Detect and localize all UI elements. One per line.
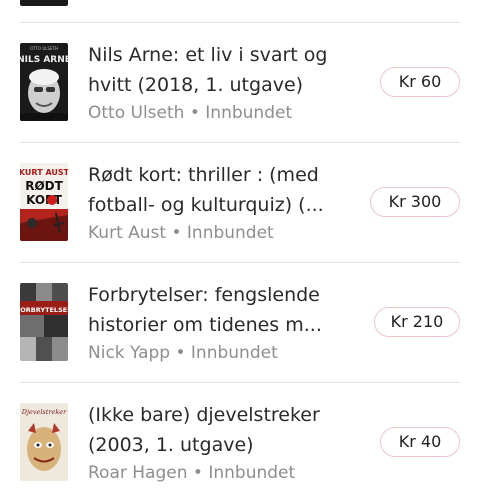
binding-type: Innbundet: [190, 343, 278, 363]
listing-title-line-2: fotball- og kulturquiz) (...: [88, 194, 324, 216]
listing-item[interactable]: FORBRYTELSER Forbrytelser: fengslende hi…: [0, 263, 480, 383]
separator-dot: •: [171, 223, 182, 243]
listing-meta: Kurt Aust • Innbundet: [88, 223, 274, 243]
book-cover-image[interactable]: FORBRYTELSER: [20, 283, 68, 361]
listing-item[interactable]: Djevelstreker (Ikke bare) djevelstreker …: [0, 383, 480, 503]
listing-title[interactable]: Rødt kort: thriller : (med fotball- og k…: [88, 160, 358, 220]
book-cover-image[interactable]: Djevelstreker: [20, 403, 68, 481]
separator-dot: •: [192, 463, 203, 483]
svg-text:FORBRYTELSER: FORBRYTELSER: [20, 306, 68, 314]
svg-text:KURT AUST: KURT AUST: [20, 168, 68, 177]
author-name: Roar Hagen: [88, 463, 188, 483]
listing-list: OTTO ULSETH NILS ARNE Nils Arne: et liv …: [0, 0, 480, 483]
listing-title-line-1: Forbrytelser: fengslende: [88, 284, 320, 306]
price-badge[interactable]: Kr 60: [380, 67, 460, 97]
svg-text:OTTO ULSETH: OTTO ULSETH: [30, 46, 58, 51]
listing-title-line-2: (2003, 1. utgave): [88, 434, 254, 456]
listing-title[interactable]: Nils Arne: et liv i svart og hvitt (2018…: [88, 40, 358, 100]
binding-type: Innbundet: [205, 103, 293, 123]
previous-item-thumbnail[interactable]: [20, 0, 68, 6]
listing-title-line-1: Rødt kort: thriller : (med: [88, 164, 319, 186]
svg-text:KORT: KORT: [26, 193, 63, 207]
listing-title-line-2: historier om tidenes m...: [88, 314, 322, 336]
listing-title-line-2: hvitt (2018, 1. utgave): [88, 74, 304, 96]
listing-title[interactable]: (Ikke bare) djevelstreker (2003, 1. utga…: [88, 400, 358, 460]
price-badge[interactable]: Kr 300: [370, 187, 460, 217]
binding-type: Innbundet: [208, 463, 296, 483]
listing-item[interactable]: KURT AUST RØDT KORT Rødt kort: thriller …: [0, 143, 480, 263]
listing-meta: Otto Ulseth • Innbundet: [88, 103, 292, 123]
price-badge[interactable]: Kr 210: [374, 307, 460, 337]
price-badge[interactable]: Kr 40: [380, 427, 460, 457]
author-name: Nick Yapp: [88, 343, 171, 363]
binding-type: Innbundet: [186, 223, 274, 243]
listing-meta: Nick Yapp • Innbundet: [88, 343, 278, 363]
listing-title[interactable]: Forbrytelser: fengslende historier om ti…: [88, 280, 358, 340]
listing-meta: Roar Hagen • Innbundet: [88, 463, 295, 483]
listing-title-line-1: Nils Arne: et liv i svart og: [88, 44, 328, 66]
book-cover-image[interactable]: KURT AUST RØDT KORT: [20, 163, 68, 241]
separator-dot: •: [175, 343, 186, 363]
book-cover-image[interactable]: OTTO ULSETH NILS ARNE: [20, 43, 68, 121]
author-name: Kurt Aust: [88, 223, 167, 243]
svg-text:NILS ARNE: NILS ARNE: [20, 55, 68, 65]
author-name: Otto Ulseth: [88, 103, 185, 123]
listing-title-line-1: (Ikke bare) djevelstreker: [88, 404, 320, 426]
separator-dot: •: [189, 103, 200, 123]
svg-text:RØDT: RØDT: [25, 179, 63, 193]
svg-text:Djevelstreker: Djevelstreker: [21, 408, 67, 416]
listing-item[interactable]: OTTO ULSETH NILS ARNE Nils Arne: et liv …: [0, 23, 480, 143]
